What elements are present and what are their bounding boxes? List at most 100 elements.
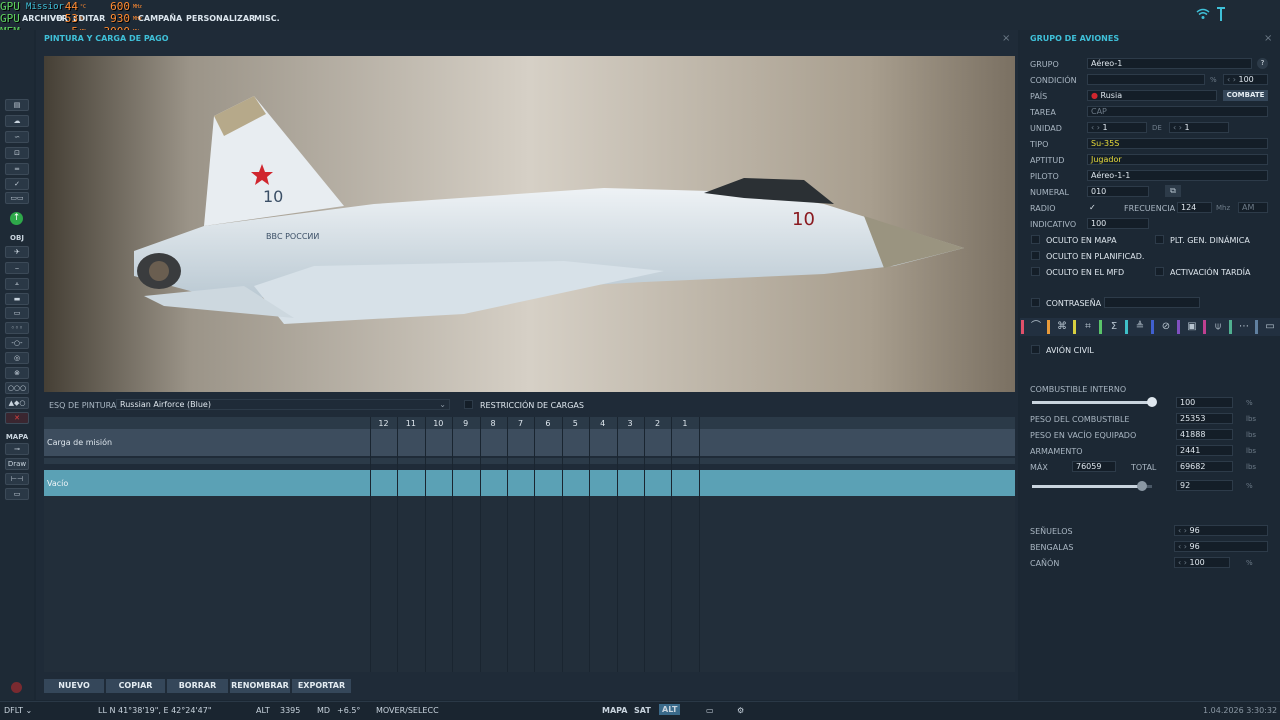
numeral-input[interactable]: 010: [1087, 186, 1149, 197]
up-arrow-icon[interactable]: ↑: [10, 212, 23, 225]
condicion-pct: %: [1210, 76, 1217, 84]
radio-check-icon[interactable]: ✓: [1089, 203, 1096, 212]
shapes-tool[interactable]: ▲◆○: [5, 397, 29, 409]
condicion-bar[interactable]: [1087, 74, 1205, 85]
senuelos-stepper[interactable]: ‹ › 96: [1174, 525, 1268, 536]
pylon-number: 12: [378, 419, 389, 428]
freq-mod-select[interactable]: AM: [1238, 202, 1268, 213]
help-icon[interactable]: ?: [1257, 58, 1268, 69]
aptitud-select[interactable]: Jugador: [1087, 154, 1268, 165]
datetime-readout: 1.04.2026 3:30:32: [1203, 706, 1278, 715]
menu-personalizar[interactable]: PERSONALIZAR: [186, 14, 255, 23]
chevron-down-icon: ⌄: [439, 400, 446, 409]
plane-tool[interactable]: ✈: [5, 246, 29, 258]
camera-tab-icon[interactable]: ▣: [1180, 320, 1204, 334]
delete-tool[interactable]: ✕: [5, 412, 29, 424]
avion-civil-checkbox[interactable]: [1031, 345, 1040, 354]
fuel-slider-track[interactable]: [1032, 401, 1152, 404]
map-alt-button[interactable]: ALT: [659, 704, 681, 715]
empty-load-row[interactable]: Vacío: [44, 470, 1015, 496]
forbid-tab-icon[interactable]: ⊘: [1154, 320, 1178, 334]
measure-tool[interactable]: ⊢⊣: [5, 473, 29, 485]
peso-comb-input[interactable]: 25353: [1176, 413, 1233, 424]
combustible-input[interactable]: 100: [1176, 397, 1233, 408]
circle-tool[interactable]: ⊗: [5, 367, 29, 379]
pylon-number: 9: [463, 419, 469, 428]
tarea-select[interactable]: CAP: [1087, 106, 1268, 117]
delete-button[interactable]: BORRAR: [167, 679, 228, 693]
ruler-tool[interactable]: ═: [5, 163, 29, 175]
paint-scheme-value: Russian Airforce (Blue): [120, 400, 211, 409]
indicativo-input[interactable]: 100: [1087, 218, 1149, 229]
contrasena-input[interactable]: [1104, 297, 1200, 308]
group-tool[interactable]: ▭▭: [5, 192, 29, 204]
sum-tab-icon[interactable]: Σ: [1102, 320, 1126, 334]
rename-button[interactable]: RENOMBRAR: [230, 679, 290, 693]
level-tab-icon[interactable]: ≜: [1128, 320, 1152, 334]
trigger-tool[interactable]: ○○○: [5, 382, 29, 394]
static-tool[interactable]: -○-: [5, 337, 29, 349]
route-tab-icon[interactable]: ⌒: [1024, 320, 1048, 334]
route-tool[interactable]: ∽: [5, 131, 29, 143]
restriction-checkbox[interactable]: [464, 400, 473, 409]
piloto-input[interactable]: Aéreo-1-1: [1087, 170, 1268, 181]
rect-tool[interactable]: ▭: [5, 488, 29, 500]
fuel-slider-knob[interactable]: [1147, 397, 1157, 407]
frecuencia-input[interactable]: 124: [1177, 202, 1212, 213]
dflt-select[interactable]: DFLT ⌄: [4, 706, 32, 715]
target-tool[interactable]: ◎: [5, 352, 29, 364]
vehicle-tool[interactable]: ▭: [5, 307, 29, 319]
wifi-icon[interactable]: [1196, 8, 1210, 20]
pais-select[interactable]: ● Rusia: [1087, 90, 1217, 101]
mission-load-row[interactable]: Carga de misión: [44, 429, 1015, 456]
close-icon[interactable]: ×: [1002, 33, 1010, 44]
draw-tool[interactable]: Draw: [5, 458, 29, 470]
pylon-number: 8: [490, 419, 496, 428]
triggers-tab-icon[interactable]: ⌗: [1076, 320, 1100, 334]
copy-button[interactable]: COPIAR: [106, 679, 165, 693]
settings-icon[interactable]: ⚙: [737, 706, 744, 715]
grupo-input[interactable]: Aéreo-1: [1087, 58, 1252, 69]
paint-scheme-select[interactable]: Russian Airforce (Blue) ⌄: [116, 399, 450, 410]
layers-icon[interactable]: ▭: [706, 706, 714, 715]
record-icon[interactable]: [11, 682, 22, 693]
antenna-icon[interactable]: [1216, 6, 1226, 22]
pylon-number: 1: [682, 419, 688, 428]
payload-tab-icon[interactable]: ⌘: [1050, 320, 1074, 334]
menu-misc[interactable]: MISC.: [254, 14, 280, 23]
unidad-of-stepper[interactable]: ‹ › 1: [1169, 122, 1229, 133]
tank-tool[interactable]: ▬: [5, 293, 29, 305]
map-mapa-button[interactable]: MAPA: [602, 706, 627, 715]
bengalas-stepper[interactable]: ‹ › 96: [1174, 541, 1268, 552]
check-tool[interactable]: ✓: [5, 178, 29, 190]
ratio-slider-track[interactable]: [1032, 485, 1152, 488]
oculto-planif-checkbox[interactable]: [1031, 251, 1040, 260]
key-tool[interactable]: ⊸: [5, 443, 29, 455]
weather-tool[interactable]: ☁: [5, 115, 29, 127]
map-sat-button[interactable]: SAT: [634, 706, 651, 715]
extra-tab-icon[interactable]: ▭: [1258, 320, 1280, 334]
convoy-tool[interactable]: ◦◦◦: [5, 322, 29, 334]
radio-tab-icon[interactable]: ⍦: [1206, 320, 1230, 334]
group-close-icon[interactable]: ×: [1264, 33, 1272, 44]
new-button[interactable]: NUEVO: [44, 679, 104, 693]
total-value: 69682: [1176, 461, 1233, 472]
zone-tool[interactable]: ⊡: [5, 147, 29, 159]
copy-icon[interactable]: ⧉: [1165, 185, 1181, 197]
oculto-mapa-checkbox[interactable]: [1031, 235, 1040, 244]
clipboard-tool[interactable]: ▤: [5, 99, 29, 111]
ship-tool[interactable]: ⩡: [5, 278, 29, 290]
helicopter-tool[interactable]: ⎯: [5, 262, 29, 274]
oculto-mfd-checkbox[interactable]: [1031, 267, 1040, 276]
export-button[interactable]: EXPORTAR: [292, 679, 351, 693]
plt-gen-checkbox[interactable]: [1155, 235, 1164, 244]
unidad-stepper[interactable]: ‹ › 1: [1087, 122, 1147, 133]
more-tab-icon[interactable]: ⋯: [1232, 320, 1256, 334]
canon-stepper[interactable]: ‹ › 100: [1174, 557, 1230, 568]
tipo-select[interactable]: Su-35S: [1087, 138, 1268, 149]
combate-button[interactable]: COMBATE: [1223, 90, 1268, 101]
total-label: TOTAL: [1131, 463, 1157, 472]
activacion-checkbox[interactable]: [1155, 267, 1164, 276]
contrasena-checkbox[interactable]: [1031, 298, 1040, 307]
condicion-stepper[interactable]: ‹ › 100: [1223, 74, 1268, 85]
